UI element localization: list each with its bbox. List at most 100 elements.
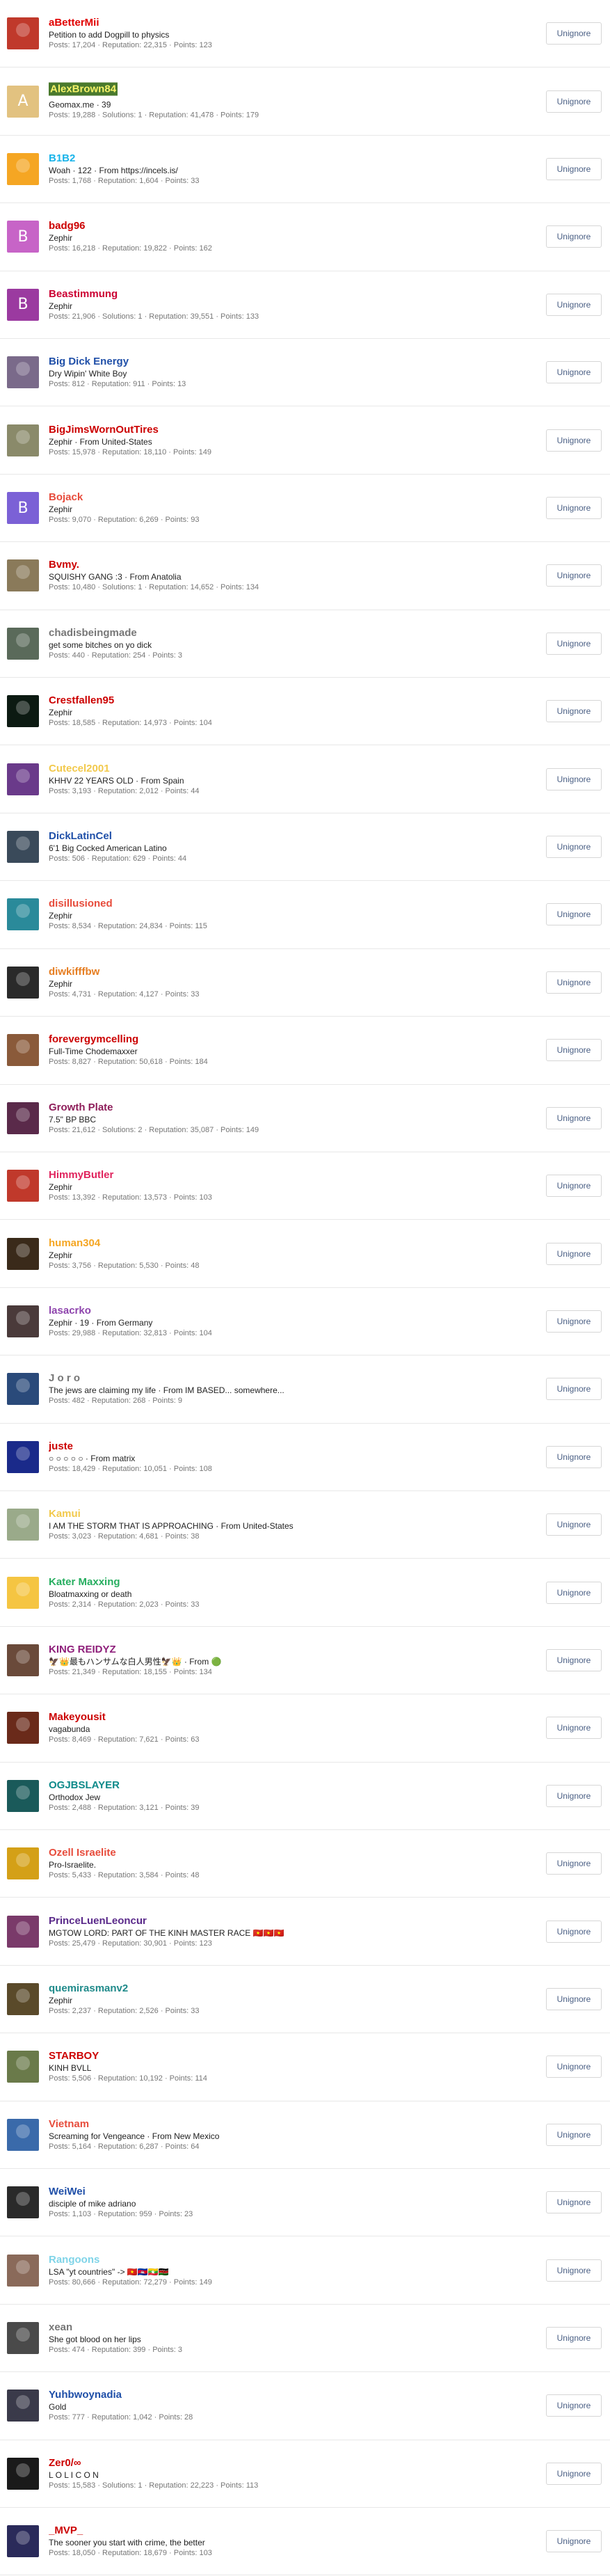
avatar[interactable] [7, 153, 39, 186]
avatar[interactable]: B [7, 221, 39, 253]
member-username[interactable]: Kater Maxxing [49, 1575, 527, 1589]
member-username[interactable]: _MVP_ [49, 2524, 527, 2537]
unignore-button[interactable]: Unignore [546, 1039, 602, 1062]
avatar[interactable] [7, 1982, 39, 2015]
avatar[interactable] [7, 966, 39, 999]
unignore-button[interactable]: Unignore [546, 497, 602, 520]
member-username[interactable]: BigJimsWornOutTires [49, 423, 527, 436]
member-username[interactable]: Growth Plate [49, 1101, 527, 1114]
avatar[interactable] [7, 1102, 39, 1134]
unignore-button[interactable]: Unignore [546, 2191, 602, 2214]
avatar[interactable] [7, 1915, 39, 1948]
member-username[interactable]: Beastimmung [49, 287, 527, 301]
avatar[interactable] [7, 1576, 39, 1609]
unignore-button[interactable]: Unignore [546, 2394, 602, 2417]
avatar[interactable] [7, 17, 39, 50]
avatar[interactable] [7, 1847, 39, 1880]
avatar[interactable] [7, 356, 39, 389]
unignore-button[interactable]: Unignore [546, 361, 602, 384]
unignore-button[interactable]: Unignore [546, 1717, 602, 1740]
member-username[interactable]: DickLatinCel [49, 829, 527, 843]
unignore-button[interactable]: Unignore [546, 2259, 602, 2282]
avatar[interactable] [7, 2118, 39, 2151]
unignore-button[interactable]: Unignore [546, 564, 602, 587]
member-username[interactable]: diwkifffbw [49, 965, 527, 978]
member-username[interactable]: lasacrko [49, 1304, 527, 1317]
unignore-button[interactable]: Unignore [546, 700, 602, 723]
unignore-button[interactable]: Unignore [546, 158, 602, 181]
member-username[interactable]: chadisbeingmade [49, 626, 527, 639]
unignore-button[interactable]: Unignore [546, 1920, 602, 1943]
unignore-button[interactable]: Unignore [546, 2462, 602, 2485]
avatar[interactable] [7, 2525, 39, 2558]
unignore-button[interactable]: Unignore [546, 1445, 602, 1468]
unignore-button[interactable]: Unignore [546, 1513, 602, 1536]
avatar[interactable] [7, 424, 39, 456]
unignore-button[interactable]: Unignore [546, 1648, 602, 1671]
member-username[interactable]: human304 [49, 1237, 527, 1250]
unignore-button[interactable]: Unignore [546, 903, 602, 926]
member-username[interactable]: Rangoons [49, 2253, 527, 2266]
avatar[interactable] [7, 1509, 39, 1541]
member-username[interactable]: Kamui [49, 1507, 527, 1520]
unignore-button[interactable]: Unignore [546, 1784, 602, 1807]
member-username[interactable]: Big Dick Energy [49, 355, 527, 368]
avatar[interactable] [7, 1237, 39, 1270]
member-username[interactable]: badg96 [49, 219, 527, 232]
member-username[interactable]: Bojack [49, 491, 527, 504]
member-username[interactable]: OGJBSLAYER [49, 1779, 527, 1792]
avatar[interactable] [7, 763, 39, 795]
avatar[interactable]: B [7, 492, 39, 525]
unignore-button[interactable]: Unignore [546, 632, 602, 655]
unignore-button[interactable]: Unignore [546, 971, 602, 994]
unignore-button[interactable]: Unignore [546, 1852, 602, 1875]
avatar[interactable] [7, 2186, 39, 2219]
avatar[interactable] [7, 2322, 39, 2355]
avatar[interactable] [7, 1373, 39, 1406]
avatar[interactable] [7, 1305, 39, 1337]
unignore-button[interactable]: Unignore [546, 2123, 602, 2146]
unignore-button[interactable]: Unignore [546, 429, 602, 452]
member-username[interactable]: STARBOY [49, 2049, 527, 2062]
unignore-button[interactable]: Unignore [546, 225, 602, 248]
avatar[interactable] [7, 1440, 39, 1473]
member-username[interactable]: PrinceLuenLeoncur [49, 1914, 527, 1927]
unignore-button[interactable]: Unignore [546, 90, 602, 113]
member-username[interactable]: disillusioned [49, 897, 527, 910]
unignore-button[interactable]: Unignore [546, 1378, 602, 1401]
avatar[interactable] [7, 1779, 39, 1812]
member-username[interactable]: forevergymcelling [49, 1033, 527, 1046]
avatar[interactable] [7, 695, 39, 728]
unignore-button[interactable]: Unignore [546, 2327, 602, 2350]
avatar[interactable] [7, 2390, 39, 2422]
unignore-button[interactable]: Unignore [546, 1581, 602, 1604]
member-username[interactable]: Bvmy. [49, 558, 527, 571]
unignore-button[interactable]: Unignore [546, 1310, 602, 1333]
avatar[interactable] [7, 559, 39, 592]
avatar[interactable] [7, 627, 39, 660]
member-username[interactable]: B1B2 [49, 152, 527, 165]
member-username[interactable]: Ozell Israelite [49, 1846, 527, 1859]
member-username[interactable]: Vietnam [49, 2117, 527, 2131]
member-username[interactable]: Makeyousit [49, 1710, 527, 1724]
unignore-button[interactable]: Unignore [546, 1987, 602, 2010]
member-username[interactable]: HimmyButler [49, 1168, 527, 1182]
avatar[interactable]: B [7, 288, 39, 321]
member-username[interactable]: WeiWei [49, 2185, 527, 2198]
avatar[interactable] [7, 898, 39, 931]
avatar[interactable] [7, 2254, 39, 2287]
unignore-button[interactable]: Unignore [546, 768, 602, 790]
unignore-button[interactable]: Unignore [546, 293, 602, 316]
member-username[interactable]: J o r o [49, 1372, 527, 1385]
unignore-button[interactable]: Unignore [546, 2530, 602, 2553]
member-username[interactable]: KING REIDYZ [49, 1643, 527, 1656]
unignore-button[interactable]: Unignore [546, 22, 602, 45]
unignore-button[interactable]: Unignore [546, 1175, 602, 1198]
avatar[interactable] [7, 831, 39, 864]
member-username[interactable]: Yuhbwoynadia [49, 2388, 527, 2401]
unignore-button[interactable]: Unignore [546, 836, 602, 859]
member-username[interactable]: Crestfallen95 [49, 694, 527, 707]
member-username[interactable]: Zer0/∞ [49, 2456, 527, 2470]
avatar[interactable] [7, 1034, 39, 1067]
member-username[interactable]: aBetterMii [49, 16, 527, 29]
